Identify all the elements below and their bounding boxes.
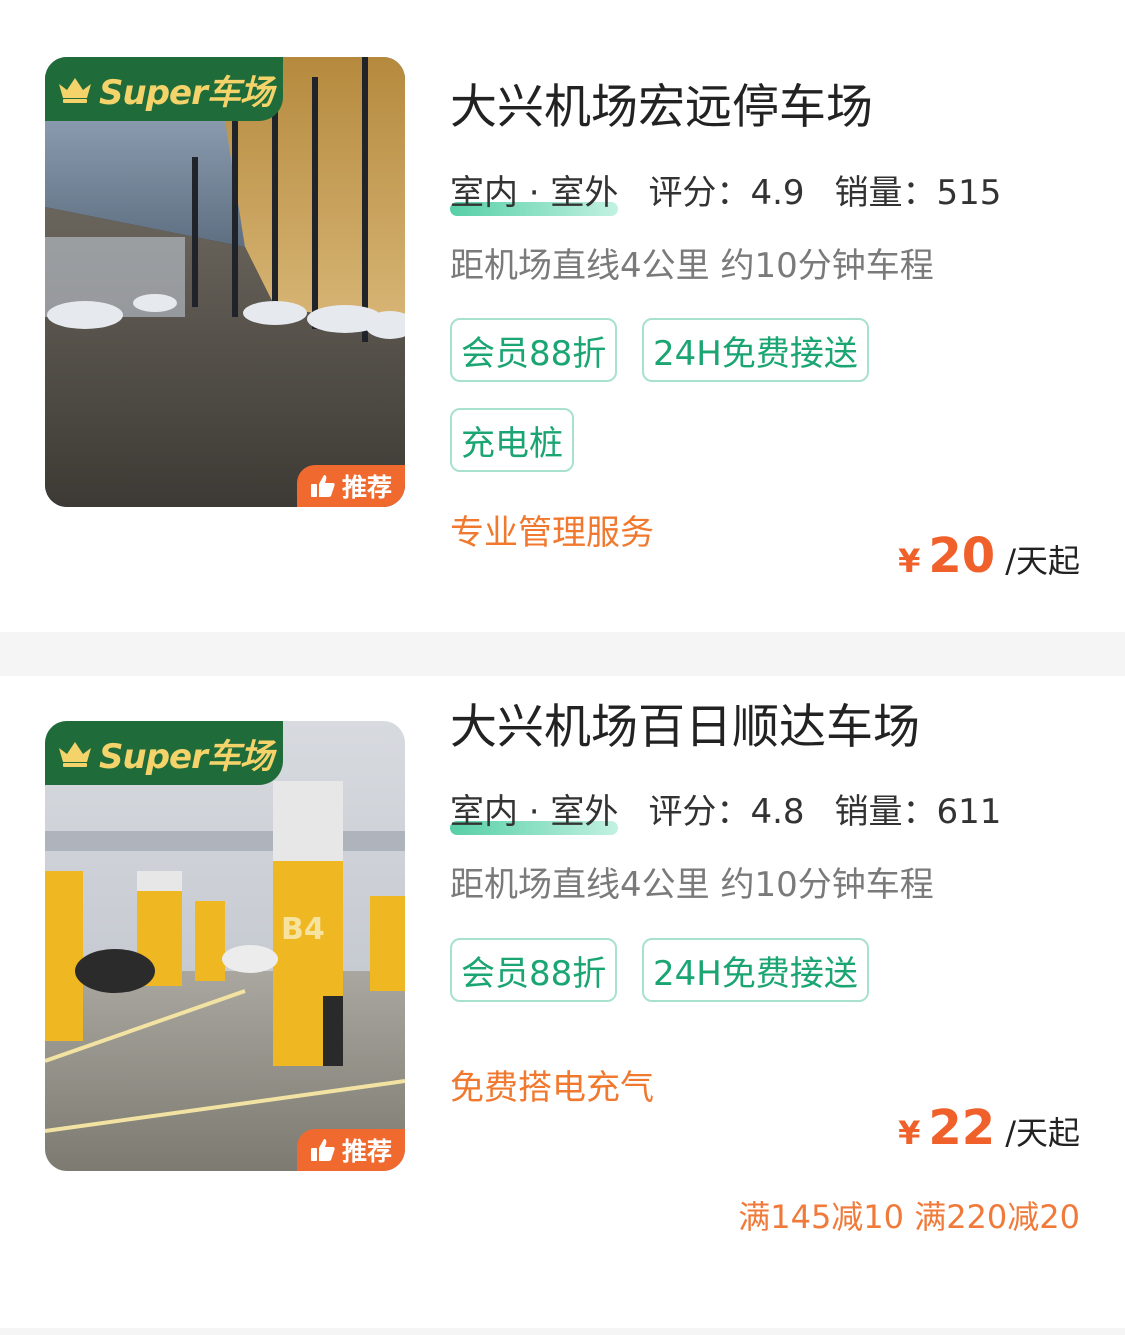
super-lot-badge: Super车场 xyxy=(45,721,283,785)
rating-label: 评分： xyxy=(648,792,751,832)
rating-value: 4.9 xyxy=(750,173,805,213)
recommend-badge: 推荐 xyxy=(297,465,405,507)
parking-name[interactable]: 大兴机场百日顺达车场 xyxy=(450,688,920,757)
price-currency: ¥ xyxy=(898,1114,921,1152)
parking-list: Super车场 推荐 大兴机场宏远停车场 室内 · 室外 评分：4.9 销量：5… xyxy=(0,0,1125,1328)
tag-member-discount: 会员88折 xyxy=(450,938,618,1002)
parking-name[interactable]: 大兴机场宏远停车场 xyxy=(450,68,873,137)
super-lot-label: Super车场 xyxy=(99,72,274,113)
parking-type: 室内 · 室外 xyxy=(450,784,619,835)
distance-info: 距机场直线4公里 约10分钟车程 xyxy=(450,246,934,286)
parking-meta: 室内 · 室外 评分：4.8 销量：611 xyxy=(450,784,1002,835)
sales-label: 销量： xyxy=(834,792,937,832)
rating-value: 4.8 xyxy=(750,792,805,832)
rating: 评分：4.8 xyxy=(648,784,804,833)
rating-label: 评分： xyxy=(648,173,751,213)
parking-card[interactable]: Super车场 推荐 大兴机场宏远停车场 室内 · 室外 评分：4.9 销量：5… xyxy=(0,0,1125,632)
price: ¥ 22 /天起 xyxy=(898,1100,1080,1156)
underground-parking-image: B4 xyxy=(45,721,405,1171)
price-unit: /天起 xyxy=(1005,1114,1080,1152)
tag-free-shuttle: 24H免费接送 xyxy=(642,938,869,1002)
price-unit: /天起 xyxy=(1005,542,1080,580)
discount-offers: 满145减10 满220减20 xyxy=(738,1198,1080,1236)
crown-icon xyxy=(59,78,91,103)
sales-value: 515 xyxy=(936,173,1002,213)
covered-parking-image xyxy=(45,57,405,507)
price-currency: ¥ xyxy=(898,542,921,580)
recommend-label: 推荐 xyxy=(341,473,392,502)
thumbs-up-icon xyxy=(310,1139,335,1161)
thumbs-up-icon xyxy=(310,475,335,497)
distance-info: 距机场直线4公里 约10分钟车程 xyxy=(450,865,934,905)
tag-free-shuttle: 24H免费接送 xyxy=(642,318,869,382)
parking-photo[interactable]: Super车场 推荐 xyxy=(45,57,405,507)
svg-text:B4: B4 xyxy=(281,912,325,947)
parking-card[interactable]: B4 Super车场 推荐 大兴机场百日顺达车场 室内 · 室外 评分：4.8 … xyxy=(0,676,1125,1328)
sales: 销量：515 xyxy=(835,165,1002,214)
recommend-label: 推荐 xyxy=(341,1137,392,1166)
sales: 销量：611 xyxy=(835,784,1002,833)
super-lot-badge: Super车场 xyxy=(45,57,283,121)
parking-meta: 室内 · 室外 评分：4.9 销量：515 xyxy=(450,165,1002,216)
tag-charging-pile: 充电桩 xyxy=(450,408,574,472)
sales-label: 销量： xyxy=(834,173,937,213)
tag-member-discount: 会员88折 xyxy=(450,318,618,382)
promo-text: 专业管理服务 xyxy=(450,513,654,553)
parking-type: 室内 · 室外 xyxy=(450,165,619,216)
sales-value: 611 xyxy=(936,792,1002,832)
promo-text: 免费搭电充气 xyxy=(450,1068,654,1108)
price-amount: 22 xyxy=(928,1100,996,1156)
recommend-badge: 推荐 xyxy=(297,1129,405,1171)
rating: 评分：4.9 xyxy=(648,165,804,214)
crown-icon xyxy=(59,742,91,767)
price: ¥ 20 /天起 xyxy=(898,528,1080,584)
parking-photo[interactable]: B4 Super车场 推荐 xyxy=(45,721,405,1171)
price-amount: 20 xyxy=(928,528,996,584)
super-lot-label: Super车场 xyxy=(99,736,274,777)
